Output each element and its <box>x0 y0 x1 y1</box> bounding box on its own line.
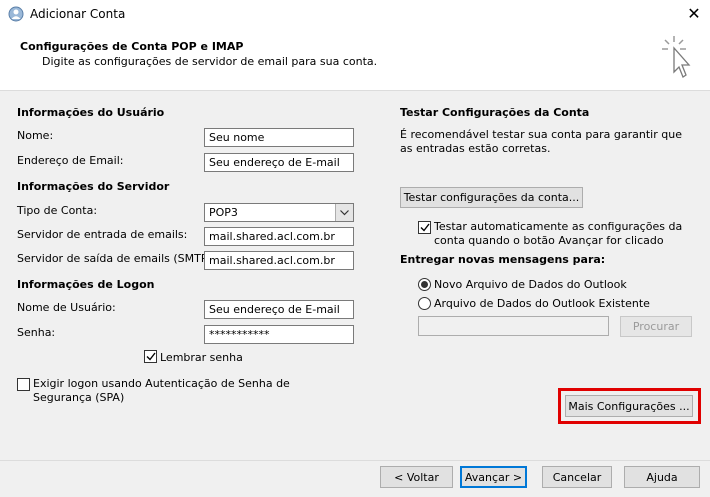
server-info-heading: Informações do Servidor <box>17 180 170 193</box>
logon-info-heading: Informações de Logon <box>17 278 155 291</box>
browse-button: Procurar <box>620 316 692 337</box>
auto-test-checkbox[interactable] <box>418 221 431 234</box>
name-label: Nome: <box>17 129 54 142</box>
chevron-down-icon <box>335 204 353 221</box>
incoming-server-field[interactable]: mail.shared.acl.com.br <box>204 227 354 246</box>
outgoing-server-field[interactable]: mail.shared.acl.com.br <box>204 251 354 270</box>
radio-existing-data-file[interactable] <box>418 297 431 310</box>
help-button[interactable]: Ajuda <box>624 466 700 488</box>
spa-checkbox[interactable] <box>17 378 30 391</box>
page-title: Configurações de Conta POP e IMAP <box>20 40 244 53</box>
auto-test-label: Testar automaticamente as configurações … <box>434 220 683 247</box>
incoming-server-label: Servidor de entrada de emails: <box>17 228 188 241</box>
cursor-click-icon <box>660 34 696 82</box>
spa-label: Exigir logon usando Autenticação de Senh… <box>33 377 290 404</box>
user-info-heading: Informações do Usuário <box>17 106 165 119</box>
outgoing-server-label: Servidor de saída de emails (SMTP): <box>17 252 216 265</box>
cancel-button[interactable]: Cancelar <box>542 466 612 488</box>
test-settings-description: É recomendável testar sua conta para gar… <box>400 128 682 155</box>
password-field[interactable]: *********** <box>204 325 354 344</box>
account-type-label: Tipo de Conta: <box>17 204 98 217</box>
delivery-heading: Entregar novas mensagens para: <box>400 253 606 266</box>
remember-password-checkbox[interactable] <box>144 350 157 363</box>
email-label: Endereço de Email: <box>17 154 124 167</box>
remember-password-label: Lembrar senha <box>160 351 243 364</box>
highlight-box <box>558 388 701 424</box>
window-title: Adicionar Conta <box>30 7 126 21</box>
close-button[interactable]: ✕ <box>681 2 707 26</box>
radio-selected-dot <box>421 281 428 288</box>
checkmark-icon <box>420 223 430 232</box>
back-button[interactable]: < Voltar <box>380 466 453 488</box>
radio-new-data-file[interactable] <box>418 278 431 291</box>
account-type-select[interactable]: POP3 <box>204 203 354 222</box>
outlook-account-icon <box>8 6 24 22</box>
name-field[interactable]: Seu nome <box>204 128 354 147</box>
test-account-settings-button[interactable]: Testar configurações da conta... <box>400 187 583 208</box>
checkmark-icon <box>146 352 156 361</box>
page-subtitle: Digite as configurações de servidor de e… <box>42 55 378 68</box>
radio-new-data-file-label: Novo Arquivo de Dados do Outlook <box>434 278 627 291</box>
radio-existing-data-file-label: Arquivo de Dados do Outlook Existente <box>434 297 650 310</box>
username-field[interactable]: Seu endereço de E-mail <box>204 300 354 319</box>
next-button[interactable]: Avançar > <box>460 466 527 488</box>
test-settings-heading: Testar Configurações da Conta <box>400 106 590 119</box>
footer-divider <box>0 460 710 461</box>
data-file-path-field <box>418 316 609 336</box>
account-type-value: POP3 <box>209 206 238 219</box>
username-label: Nome de Usuário: <box>17 301 116 314</box>
email-field[interactable]: Seu endereço de E-mail <box>204 153 354 172</box>
password-label: Senha: <box>17 326 56 339</box>
